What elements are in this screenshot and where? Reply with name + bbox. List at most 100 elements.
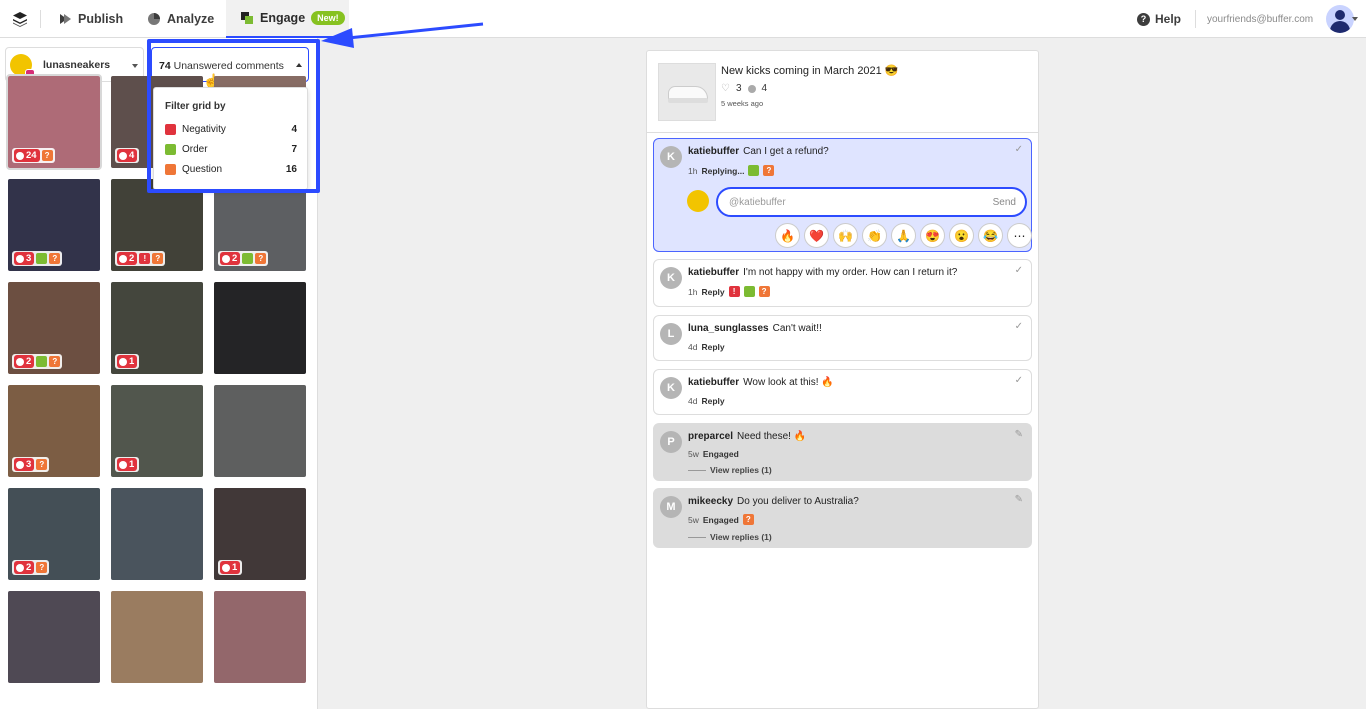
- post-tile[interactable]: 1: [111, 385, 203, 477]
- tile-tags: 3?: [12, 457, 50, 472]
- comment-card[interactable]: Kkatiebuffer Wow look at this! 🔥 4d Reply ✓: [653, 369, 1032, 415]
- check-icon[interactable]: ✓: [1015, 375, 1023, 386]
- exclamation-icon: !: [139, 253, 151, 264]
- commenter-avatar: K: [660, 146, 682, 168]
- post-tile[interactable]: [111, 591, 203, 683]
- emoji-button[interactable]: 😮: [949, 223, 974, 248]
- post-tile[interactable]: [8, 591, 100, 683]
- reply-input[interactable]: @katiebuffer Send: [716, 187, 1027, 217]
- help-icon: ?: [1137, 12, 1150, 26]
- nav-tab-publish[interactable]: Publish: [58, 0, 123, 38]
- post-tile[interactable]: 2?: [8, 282, 100, 374]
- commenter-name: mikeecky: [688, 496, 734, 507]
- account-name: lunasneakers: [43, 59, 111, 71]
- likes-count: 3: [735, 83, 742, 94]
- comment-icon: [222, 563, 230, 572]
- user-avatar[interactable]: [1326, 5, 1354, 33]
- question-icon: ?: [255, 253, 267, 264]
- nav-analyze-label: Analyze: [167, 12, 215, 26]
- comment-count-badge: 1: [220, 561, 241, 574]
- post-tile[interactable]: 24?: [6, 74, 102, 170]
- post-tile[interactable]: [111, 488, 203, 580]
- nav-engage-label: Engage: [260, 11, 306, 25]
- emoji-button[interactable]: 👏: [862, 223, 887, 248]
- reply-link[interactable]: Engaged: [703, 449, 739, 459]
- reply-link[interactable]: Reply: [701, 342, 724, 352]
- view-replies-link[interactable]: View replies (1): [688, 465, 772, 475]
- comment-meta: 4d Reply: [688, 396, 725, 406]
- reply-link[interactable]: Reply: [701, 287, 724, 297]
- reply-link[interactable]: Engaged: [703, 515, 739, 525]
- post-tile[interactable]: 3?: [8, 385, 100, 477]
- commenter-name: katiebuffer: [688, 146, 740, 157]
- comment-icon: [16, 254, 24, 263]
- comment-count: 24: [26, 150, 37, 161]
- emoji-button[interactable]: 🙏: [891, 223, 916, 248]
- buffer-logo-icon[interactable]: [12, 11, 28, 27]
- comment-card[interactable]: Kkatiebuffer Can I get a refund? 1h Replyin…: [653, 138, 1032, 252]
- user-email: yourfriends@buffer.com: [1207, 14, 1314, 25]
- help-link[interactable]: ? Help: [1137, 12, 1181, 26]
- nav-tab-analyze[interactable]: Analyze: [147, 0, 214, 38]
- post-tile[interactable]: 3?: [8, 179, 100, 271]
- emoji-button[interactable]: 🙌: [833, 223, 858, 248]
- check-icon[interactable]: ✓: [1015, 144, 1023, 155]
- comment-card[interactable]: Kkatiebuffer I'm not happy with my order.…: [653, 259, 1032, 307]
- question-icon: ?: [41, 150, 53, 161]
- question-icon: ?: [758, 286, 770, 297]
- post-tile[interactable]: 1: [111, 282, 203, 374]
- comment-count-badge: 4: [117, 149, 138, 162]
- send-button[interactable]: Send: [993, 197, 1016, 208]
- emoji-button[interactable]: 😂: [978, 223, 1003, 248]
- exclamation-icon: [165, 124, 176, 135]
- emoji-button[interactable]: ⋯: [1007, 223, 1032, 248]
- comment-text: Can't wait!!: [772, 323, 822, 334]
- emoji-button[interactable]: ❤️: [804, 223, 829, 248]
- comment-line: katiebuffer I'm not happy with my order. …: [688, 267, 957, 278]
- cart-icon: [743, 286, 755, 297]
- comment-meta: 1h Replying...?: [688, 165, 775, 176]
- post-tile[interactable]: [214, 282, 306, 374]
- reply-link[interactable]: Reply: [701, 396, 724, 406]
- annotation-arrow: [321, 22, 484, 48]
- commenter-name: katiebuffer: [688, 267, 740, 278]
- post-stats: ♡ 3 4: [721, 83, 767, 94]
- commenter-avatar: K: [660, 267, 682, 289]
- edit-icon[interactable]: ✎: [1015, 429, 1023, 440]
- post-tile[interactable]: 2?: [8, 488, 100, 580]
- post-tile[interactable]: [214, 591, 306, 683]
- filter-option-label: Negativity: [182, 124, 226, 135]
- view-replies-link[interactable]: View replies (1): [688, 532, 772, 542]
- emoji-button[interactable]: 🔥: [775, 223, 800, 248]
- comment-count-badge: 1: [117, 458, 138, 471]
- comment-card[interactable]: Lluna_sunglasses Can't wait!! 4d Reply ✓: [653, 315, 1032, 361]
- comment-icon: [222, 254, 230, 263]
- filter-option-question[interactable]: Question 16: [165, 163, 297, 177]
- commenter-avatar: P: [660, 431, 682, 453]
- post-thumbnail[interactable]: [658, 63, 716, 121]
- emoji-button[interactable]: 😍: [920, 223, 945, 248]
- post-tile[interactable]: [214, 385, 306, 477]
- filter-option-negativity[interactable]: Negativity 4: [165, 123, 297, 137]
- help-label: Help: [1155, 12, 1182, 26]
- post-tile[interactable]: 2?: [214, 179, 306, 271]
- reply-link[interactable]: Replying...: [701, 166, 744, 176]
- filter-option-order[interactable]: Order 7: [165, 143, 297, 157]
- check-icon[interactable]: ✓: [1015, 321, 1023, 332]
- comment-card[interactable]: Ppreparcel Need these! 🔥 5w Engaged ✎ View re…: [653, 423, 1032, 481]
- comment-count: 1: [129, 459, 135, 470]
- cart-icon: [748, 165, 760, 176]
- tile-tags: 1: [115, 457, 140, 472]
- comment-icon: [16, 563, 24, 572]
- comment-count: 1: [232, 562, 238, 573]
- chevron-down-icon[interactable]: [1352, 17, 1358, 21]
- comment-time: 1h: [688, 286, 698, 297]
- post-tile[interactable]: 1: [214, 488, 306, 580]
- check-icon[interactable]: ✓: [1015, 265, 1023, 276]
- comment-icon: [119, 357, 127, 366]
- comment-card[interactable]: Mmikeecky Do you deliver to Australia? 5w E…: [653, 488, 1032, 548]
- tile-tags: 1: [218, 560, 243, 575]
- question-icon: ?: [152, 253, 164, 264]
- post-tile[interactable]: 2!?: [111, 179, 203, 271]
- edit-icon[interactable]: ✎: [1015, 494, 1023, 505]
